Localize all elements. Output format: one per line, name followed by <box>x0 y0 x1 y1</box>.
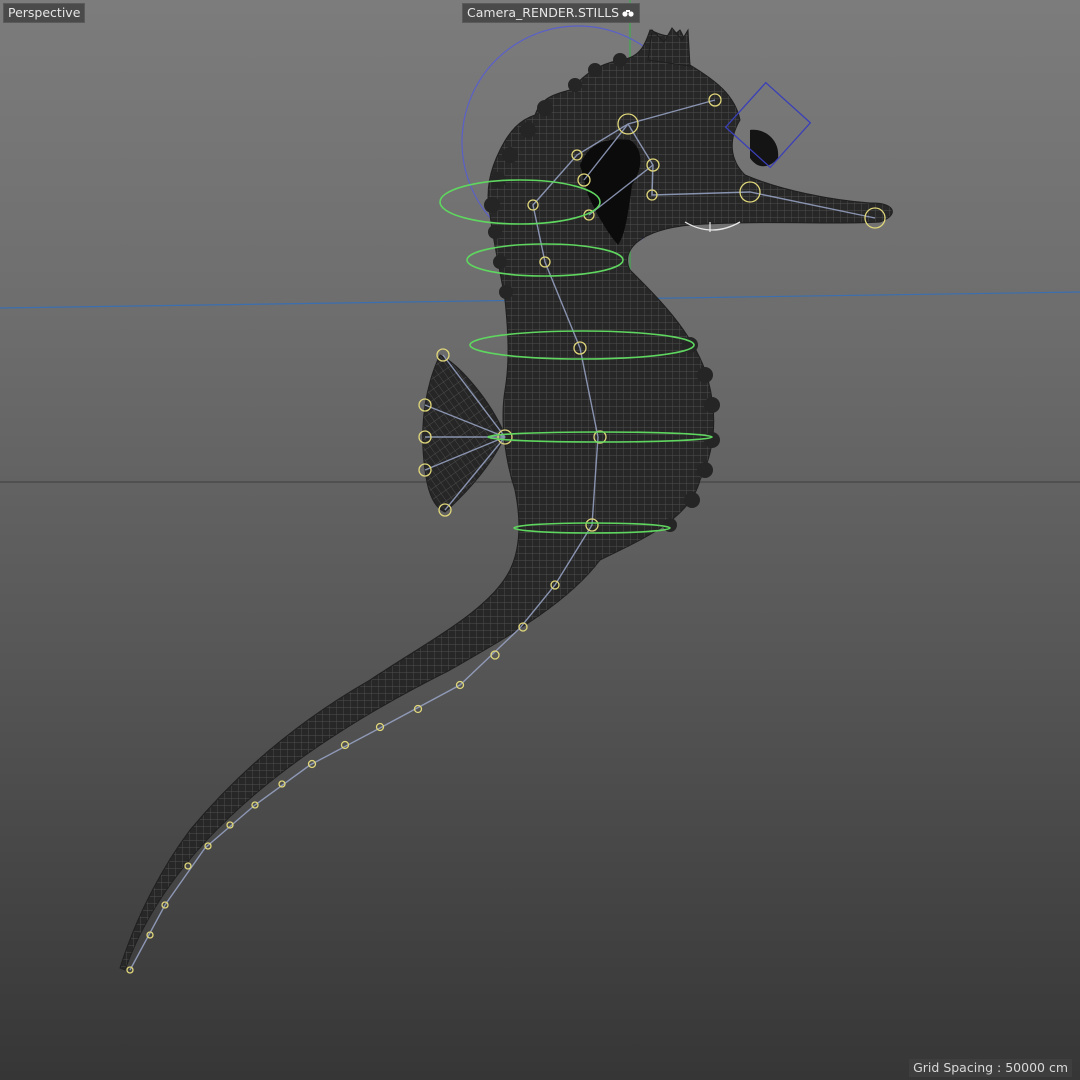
pectoral-fin <box>422 354 506 513</box>
camera-name-text: Camera_RENDER.STILLS <box>467 5 620 20</box>
scene-canvas[interactable] <box>0 0 1080 1080</box>
camera-glasses-icon[interactable] <box>621 7 635 19</box>
grid-spacing-readout: Grid Spacing : 50000 cm <box>909 1059 1072 1077</box>
view-name-label[interactable]: Perspective <box>3 3 86 23</box>
seahorse-body <box>119 29 893 971</box>
3d-viewport[interactable]: Perspective Camera_RENDER.STILLS Grid Sp… <box>0 0 1080 1080</box>
camera-name-label[interactable]: Camera_RENDER.STILLS <box>462 3 641 23</box>
seahorse-mesh[interactable] <box>119 27 893 971</box>
